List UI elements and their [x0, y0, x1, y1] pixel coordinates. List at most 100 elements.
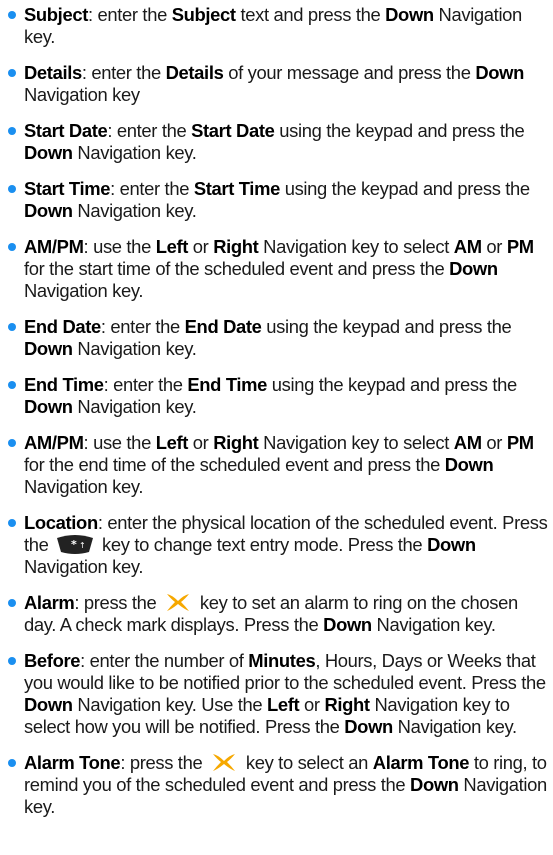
- item-text: Navigation key.: [72, 396, 197, 417]
- item-text: : use the: [83, 432, 156, 453]
- item-term: Down: [24, 200, 73, 221]
- item-text: or: [481, 432, 507, 453]
- item-label: Alarm: [24, 592, 75, 613]
- item-text: : press the: [120, 752, 208, 773]
- item-text: Navigation key.: [392, 716, 517, 737]
- item-text: Navigation key.: [371, 614, 496, 635]
- item-term: Down: [344, 716, 393, 737]
- item-text: : press the: [74, 592, 162, 613]
- item-term: Start Date: [191, 120, 275, 141]
- svg-text:↑: ↑: [79, 541, 85, 550]
- item-term: Down: [449, 258, 498, 279]
- list-item-alarm: Alarm: press the key to set an alarm to …: [8, 592, 550, 636]
- bullet-icon: [8, 599, 16, 607]
- item-label: AM/PM: [24, 236, 84, 257]
- item-term: Right: [324, 694, 370, 715]
- list-item-end-am-pm: AM/PM: use the Left or Right Navigation …: [8, 432, 550, 498]
- item-text: Navigation key to select: [258, 236, 454, 257]
- item-label: Start Time: [24, 178, 111, 199]
- bullet-icon: [8, 519, 16, 527]
- item-text: key to change text entry mode. Press the: [97, 534, 428, 555]
- item-term: Subject: [171, 4, 236, 25]
- item-text: or: [188, 236, 214, 257]
- item-text: Navigation key to select: [258, 432, 454, 453]
- item-term: Down: [475, 62, 524, 83]
- star-shift-key-icon: * ↑: [57, 535, 94, 555]
- item-term: Down: [427, 534, 476, 555]
- bullet-icon: [8, 69, 16, 77]
- item-term: Down: [323, 614, 372, 635]
- item-term: Left: [155, 432, 189, 453]
- list-item-subject: Subject: enter the Subject text and pres…: [8, 4, 550, 48]
- item-term: Down: [24, 338, 73, 359]
- bullet-icon: [8, 759, 16, 767]
- item-text: : enter the: [81, 62, 166, 83]
- item-text: Navigation key.: [72, 200, 197, 221]
- bullet-icon: [8, 185, 16, 193]
- item-text: Navigation key.: [24, 556, 144, 577]
- item-term: Down: [385, 4, 434, 25]
- bullet-icon: [8, 323, 16, 331]
- item-term: AM: [453, 236, 482, 257]
- item-label: End Time: [24, 374, 104, 395]
- item-text: using the keypad and press the: [267, 374, 517, 395]
- item-term: Down: [24, 694, 73, 715]
- item-term: Left: [155, 236, 189, 257]
- item-text: : use the: [83, 236, 156, 257]
- list-item-details: Details: enter the Details of your messa…: [8, 62, 550, 106]
- x-key-icon: [213, 754, 236, 772]
- item-term: Left: [266, 694, 300, 715]
- item-text: : enter the: [110, 178, 194, 199]
- item-text: : enter the: [103, 374, 188, 395]
- item-label: AM/PM: [24, 432, 84, 453]
- item-term: Down: [410, 774, 459, 795]
- item-text: : enter the: [87, 4, 172, 25]
- item-text: text and press the: [235, 4, 386, 25]
- item-term: PM: [506, 236, 534, 257]
- item-label: Location: [24, 512, 98, 533]
- item-label: Subject: [24, 4, 88, 25]
- list-item-start-am-pm: AM/PM: use the Left or Right Navigation …: [8, 236, 550, 302]
- item-text: using the keypad and press the: [274, 120, 525, 141]
- bullet-icon: [8, 11, 16, 19]
- list-item-start-time: Start Time: enter the Start Time using t…: [8, 178, 550, 222]
- item-term: End Time: [187, 374, 268, 395]
- bullet-icon: [8, 381, 16, 389]
- bullet-icon: [8, 243, 16, 251]
- item-label: Alarm Tone: [24, 752, 121, 773]
- item-term: Minutes: [248, 650, 316, 671]
- item-text: or: [188, 432, 214, 453]
- item-term: PM: [506, 432, 534, 453]
- bullet-icon: [8, 127, 16, 135]
- item-text: using the keypad and press the: [261, 316, 512, 337]
- item-text: using the keypad and press the: [279, 178, 530, 199]
- item-term: Down: [24, 396, 73, 417]
- item-term: End Date: [184, 316, 262, 337]
- svg-text:*: *: [71, 538, 77, 551]
- item-label: Start Date: [24, 120, 108, 141]
- item-term: Down: [444, 454, 494, 475]
- x-key-icon: [167, 594, 190, 612]
- item-term: Down: [24, 142, 73, 163]
- item-text: : enter the: [107, 120, 192, 141]
- list-item-location: Location: enter the physical location of…: [8, 512, 550, 578]
- item-label: End Date: [24, 316, 101, 337]
- item-term: Right: [213, 236, 259, 257]
- list-item-end-date: End Date: enter the End Date using the k…: [8, 316, 550, 360]
- bullet-icon: [8, 439, 16, 447]
- item-text: Navigation key.: [72, 338, 197, 359]
- list-item-start-date: Start Date: enter the Start Date using t…: [8, 120, 550, 164]
- item-term: Alarm Tone: [372, 752, 470, 773]
- item-label: Details: [24, 62, 82, 83]
- instruction-list: Subject: enter the Subject text and pres…: [8, 4, 550, 832]
- item-term: AM: [453, 432, 482, 453]
- item-text: : enter the: [100, 316, 185, 337]
- item-text: of your message and press the: [223, 62, 476, 83]
- item-text: or: [299, 694, 325, 715]
- manual-page: Subject: enter the Subject text and pres…: [0, 0, 553, 855]
- item-text: key to select an: [241, 752, 373, 773]
- item-text: Navigation key. Use the: [72, 694, 267, 715]
- item-text: Navigation key.: [24, 476, 144, 497]
- item-term: Right: [213, 432, 259, 453]
- list-item-before: Before: enter the number of Minutes, Hou…: [8, 650, 550, 738]
